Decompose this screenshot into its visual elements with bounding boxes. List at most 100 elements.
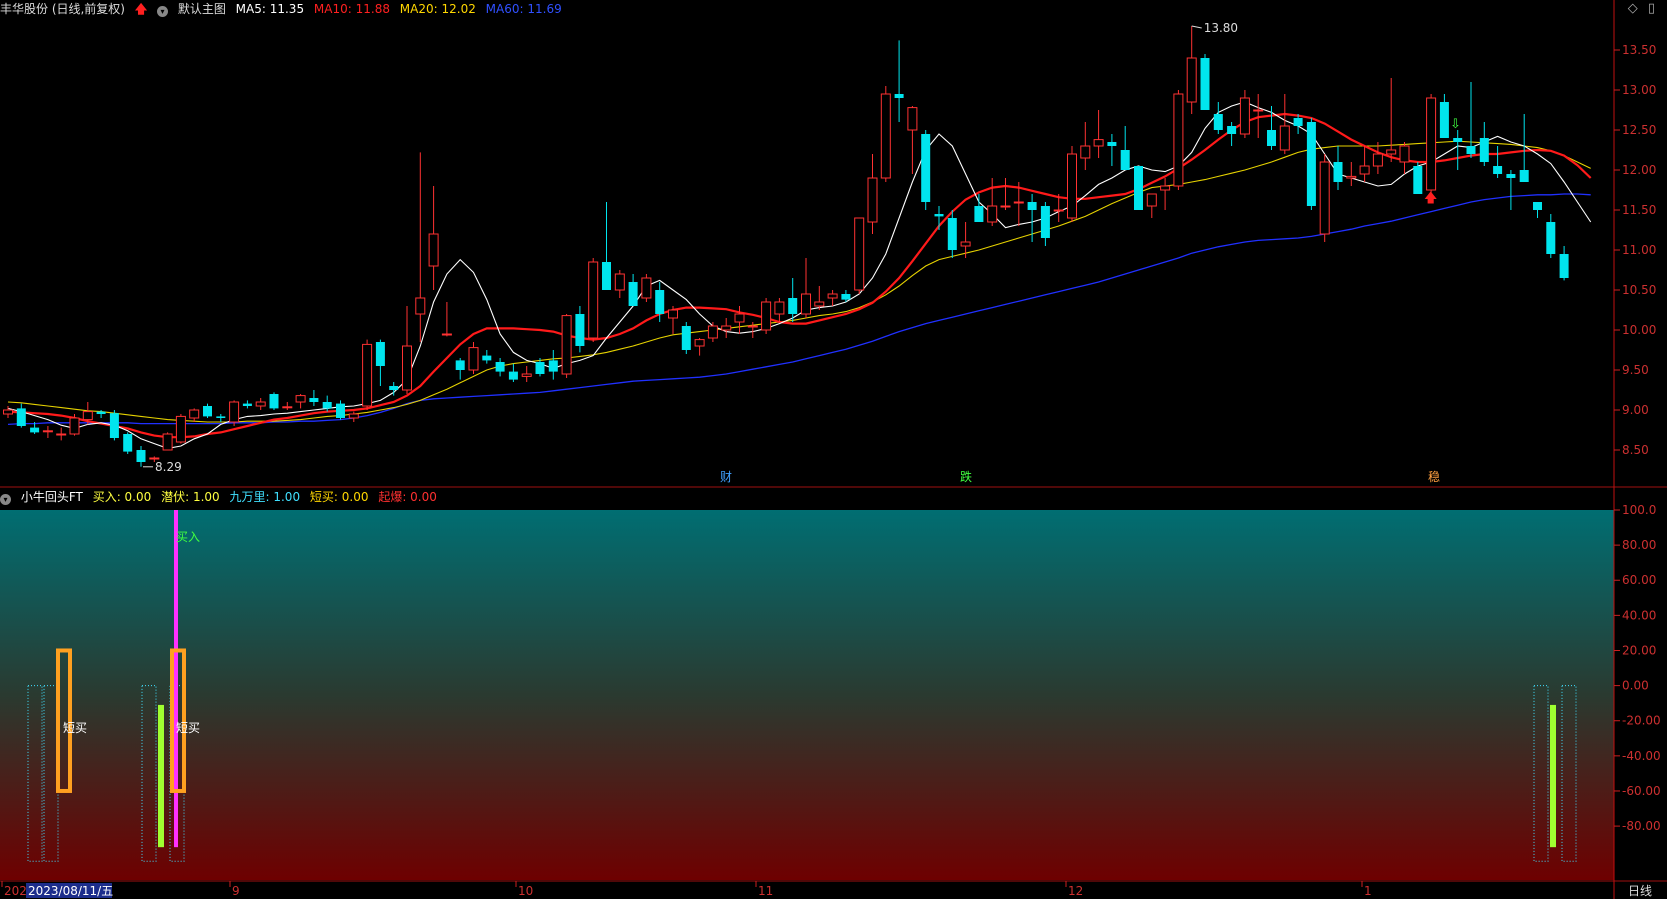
candle xyxy=(827,290,838,306)
indicator-tick-label: 100.0 xyxy=(1622,503,1656,517)
candle xyxy=(588,258,599,342)
candle-body xyxy=(655,290,665,314)
date-label: 12 xyxy=(1068,884,1083,898)
indicator-bar xyxy=(174,510,178,848)
candle-body xyxy=(1146,193,1157,207)
candle-body xyxy=(841,294,851,300)
candle-body xyxy=(974,206,984,222)
candle-body xyxy=(336,403,345,418)
candle-body xyxy=(508,371,518,380)
up-arrow-icon: 🡅 xyxy=(1424,191,1437,206)
candle xyxy=(3,406,13,418)
candle-body xyxy=(1186,57,1197,103)
candle-body xyxy=(255,401,266,407)
candle-body xyxy=(482,355,492,361)
candle xyxy=(56,427,67,441)
candle xyxy=(1080,122,1091,170)
candle xyxy=(921,130,931,210)
candle xyxy=(1333,146,1343,190)
candle xyxy=(548,350,558,380)
date-label: 10 xyxy=(518,884,533,898)
candle-body xyxy=(216,416,226,418)
candle-body xyxy=(96,411,106,414)
candle xyxy=(1399,142,1410,174)
candle xyxy=(1067,146,1077,222)
candle xyxy=(761,298,772,334)
candle xyxy=(362,339,373,410)
ma60-line xyxy=(7,193,1591,426)
price-tick-label: 13.00 xyxy=(1622,83,1656,97)
candle-body xyxy=(203,406,212,417)
candle-body xyxy=(947,218,957,250)
candle-body xyxy=(175,415,186,443)
candle xyxy=(175,414,186,444)
candle xyxy=(707,322,718,342)
indicator-tick-label: 80.00 xyxy=(1622,538,1656,552)
candle xyxy=(495,358,505,377)
ma10-line xyxy=(7,112,1592,439)
candle xyxy=(1319,154,1330,242)
candle xyxy=(1439,94,1449,138)
candle xyxy=(123,432,133,454)
candle-body xyxy=(3,409,13,415)
candle-body xyxy=(1293,118,1303,126)
ma5-line xyxy=(7,101,1592,449)
candle xyxy=(974,194,984,222)
candle xyxy=(721,318,732,338)
candle-body xyxy=(1426,97,1437,191)
candle xyxy=(1200,54,1210,110)
candle-body xyxy=(1386,149,1397,155)
candle-body xyxy=(707,325,718,339)
candle-body xyxy=(162,433,173,451)
candle xyxy=(1173,90,1184,190)
candle-body xyxy=(721,325,732,331)
event-mark: 财 xyxy=(720,470,732,484)
indicator-buy-label: 买入 xyxy=(176,530,200,544)
candle-body xyxy=(322,402,332,409)
candle-body xyxy=(1439,102,1449,138)
candle xyxy=(1506,170,1516,210)
indicator-tick-label: 60.00 xyxy=(1622,573,1656,587)
candle xyxy=(801,258,811,318)
candle xyxy=(614,270,625,298)
candle-body xyxy=(82,411,93,421)
candle xyxy=(375,339,385,386)
period-label: 日线 xyxy=(1628,884,1652,898)
candle-body xyxy=(1027,202,1037,210)
candle xyxy=(295,394,306,409)
candle-body xyxy=(1000,205,1011,208)
candle-body xyxy=(348,413,359,419)
candle xyxy=(1493,146,1503,178)
candle-body xyxy=(1173,93,1184,187)
candle xyxy=(441,302,452,337)
candle xyxy=(136,446,146,467)
candle-body xyxy=(867,177,878,223)
candle-body xyxy=(402,345,412,391)
candle-body xyxy=(987,205,998,223)
stock-chart[interactable]: 13.5013.0012.5012.0011.5011.0010.5010.00… xyxy=(0,0,1667,899)
candle-body xyxy=(734,313,745,323)
candle xyxy=(336,400,345,420)
candle xyxy=(415,152,426,342)
candle xyxy=(628,274,638,306)
candle xyxy=(602,202,611,290)
candle-body xyxy=(1239,97,1250,135)
candle xyxy=(255,398,266,410)
candle-body xyxy=(1067,153,1077,219)
candle xyxy=(282,402,293,410)
candle-body xyxy=(614,273,625,291)
candle-body xyxy=(56,433,67,436)
candle xyxy=(428,186,439,290)
candle xyxy=(1306,118,1316,210)
candle-body xyxy=(1359,165,1370,175)
candle-body xyxy=(1253,109,1264,112)
indicator-bar xyxy=(158,704,164,848)
candle xyxy=(1267,106,1276,150)
candle xyxy=(1386,78,1397,162)
candle-body xyxy=(1533,202,1542,210)
candle xyxy=(681,322,691,354)
candle xyxy=(894,40,904,122)
indicator-background xyxy=(0,510,1614,880)
price-tick-label: 9.50 xyxy=(1622,363,1649,377)
candle-body xyxy=(960,241,971,247)
